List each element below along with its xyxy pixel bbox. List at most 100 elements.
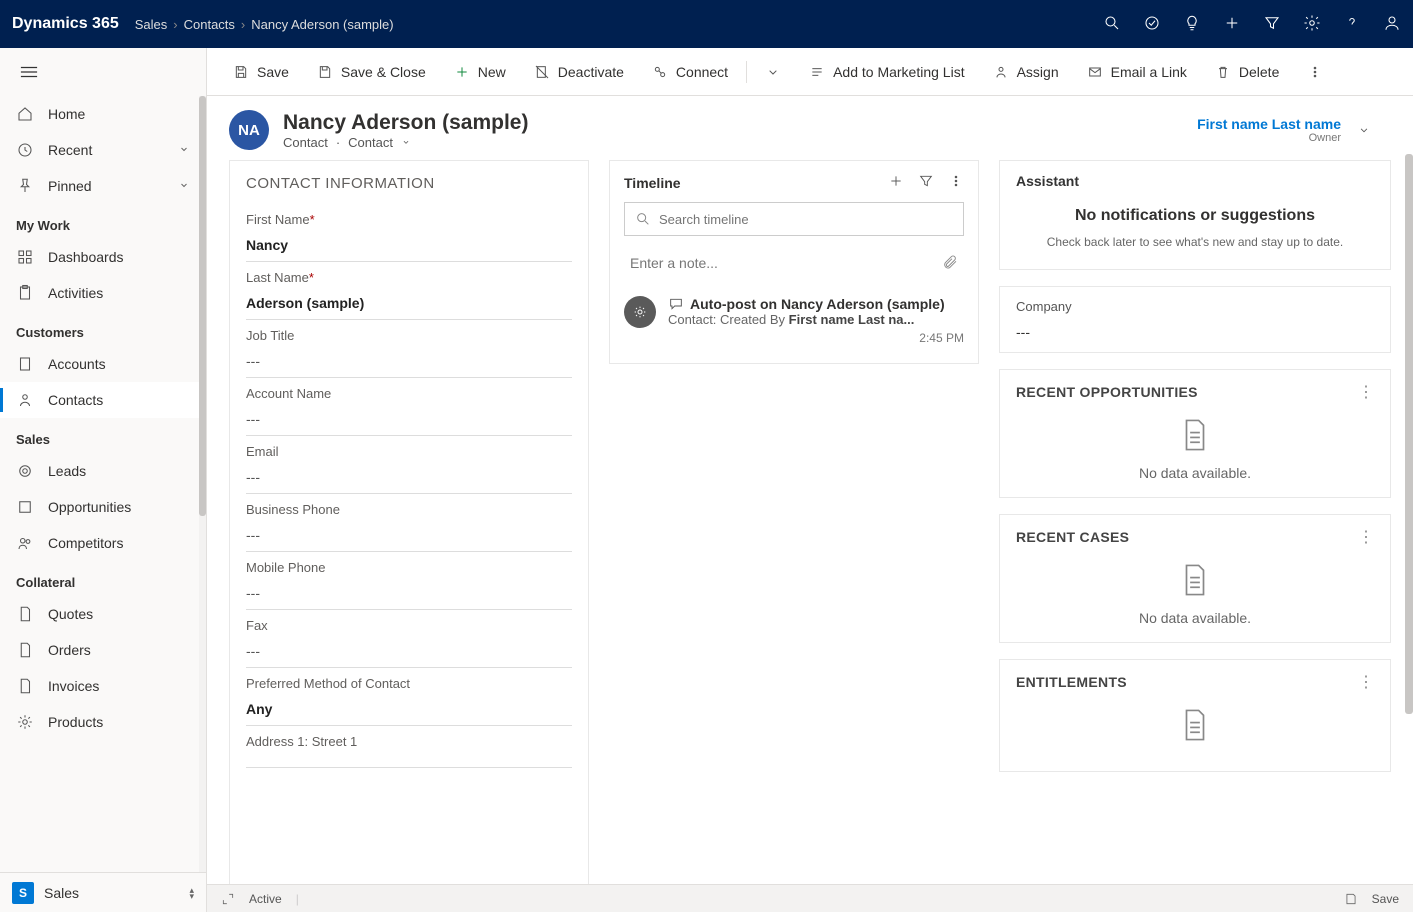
field-last-name[interactable]: Last Name*Aderson (sample) bbox=[246, 262, 572, 320]
person-icon bbox=[16, 391, 34, 409]
owner-label: Owner bbox=[1197, 132, 1341, 144]
area-picker[interactable]: S Sales ▴▾ bbox=[0, 872, 206, 912]
sidebar-scrollbar-thumb[interactable] bbox=[199, 96, 206, 516]
new-button[interactable]: New bbox=[442, 58, 518, 86]
sidebar-item-contacts[interactable]: Contacts bbox=[0, 382, 206, 418]
doc-icon bbox=[16, 677, 34, 695]
command-bar: Save Save & Close New Deactivate Connect… bbox=[207, 48, 1413, 96]
field-address-1-street-1[interactable]: Address 1: Street 1 bbox=[246, 726, 572, 768]
timeline-item[interactable]: Auto-post on Nancy Aderson (sample) Cont… bbox=[624, 290, 964, 351]
deactivate-button[interactable]: Deactivate bbox=[522, 58, 636, 86]
field-fax[interactable]: Fax--- bbox=[246, 610, 572, 668]
entity-type: Contact bbox=[283, 135, 328, 150]
field-job-title[interactable]: Job Title--- bbox=[246, 320, 572, 378]
filter-icon[interactable] bbox=[1263, 14, 1281, 35]
company-label: Company bbox=[1016, 299, 1374, 314]
status-save[interactable]: Save bbox=[1372, 892, 1399, 906]
section-title: CONTACT INFORMATION bbox=[246, 175, 572, 192]
sidebar-item-quotes[interactable]: Quotes bbox=[0, 596, 206, 632]
breadcrumb-item[interactable]: Sales bbox=[135, 17, 168, 32]
sidebar-item-recent[interactable]: Recent bbox=[0, 132, 206, 168]
add-marketing-list-button[interactable]: Add to Marketing List bbox=[797, 58, 977, 86]
more-icon[interactable]: ⋮ bbox=[1358, 672, 1374, 692]
breadcrumb-item[interactable]: Contacts bbox=[184, 17, 235, 32]
breadcrumb-item[interactable]: Nancy Aderson (sample) bbox=[251, 17, 393, 32]
attachment-icon[interactable] bbox=[942, 254, 958, 273]
document-icon bbox=[1180, 563, 1210, 597]
save-close-button[interactable]: Save & Close bbox=[305, 58, 438, 86]
email-link-button[interactable]: Email a Link bbox=[1075, 58, 1199, 86]
more-icon[interactable]: ⋮ bbox=[1358, 527, 1374, 547]
record-title: Nancy Aderson (sample) bbox=[283, 111, 528, 135]
field-email[interactable]: Email--- bbox=[246, 436, 572, 494]
field-account-name[interactable]: Account Name--- bbox=[246, 378, 572, 436]
field-preferred-method-of-contact[interactable]: Preferred Method of ContactAny bbox=[246, 668, 572, 726]
plus-icon[interactable] bbox=[888, 173, 904, 192]
save-button[interactable]: Save bbox=[221, 58, 301, 86]
assistant-message: No notifications or suggestions bbox=[1016, 207, 1374, 225]
chevron-right-icon: › bbox=[241, 17, 245, 32]
sidebar-item-opportunities[interactable]: Opportunities bbox=[0, 489, 206, 525]
task-icon[interactable] bbox=[1143, 14, 1161, 35]
more-icon[interactable]: ⋮ bbox=[1358, 382, 1374, 402]
owner-link[interactable]: First name Last name bbox=[1197, 116, 1341, 132]
lightbulb-icon[interactable] bbox=[1183, 14, 1201, 35]
sidebar-item-leads[interactable]: Leads bbox=[0, 453, 206, 489]
sidebar-item-products[interactable]: Products bbox=[0, 704, 206, 740]
timeline-search[interactable] bbox=[624, 202, 964, 236]
main-scrollbar bbox=[1405, 96, 1413, 884]
plus-icon[interactable] bbox=[1223, 14, 1241, 35]
sidebar-item-dashboards[interactable]: Dashboards bbox=[0, 239, 206, 275]
field-mobile-phone[interactable]: Mobile Phone--- bbox=[246, 552, 572, 610]
sidebar-group-header: Sales bbox=[0, 418, 206, 453]
search-icon[interactable] bbox=[1103, 14, 1121, 35]
more-icon[interactable] bbox=[948, 173, 964, 192]
contact-info-section: CONTACT INFORMATION First Name*NancyLast… bbox=[229, 160, 589, 912]
document-icon bbox=[1180, 708, 1210, 742]
timeline-search-input[interactable] bbox=[659, 212, 953, 227]
app-brand[interactable]: Dynamics 365 bbox=[12, 15, 119, 33]
assistant-subtext: Check back later to see what's new and s… bbox=[1016, 235, 1374, 249]
hamburger-button[interactable] bbox=[0, 48, 206, 96]
save-icon[interactable] bbox=[1344, 892, 1358, 906]
sidebar-item-pinned[interactable]: Pinned bbox=[0, 168, 206, 204]
recent-cases-panel: RECENT CASES⋮ No data available. bbox=[999, 514, 1391, 643]
sidebar-item-orders[interactable]: Orders bbox=[0, 632, 206, 668]
field-business-phone[interactable]: Business Phone--- bbox=[246, 494, 572, 552]
assign-button[interactable]: Assign bbox=[981, 58, 1071, 86]
box-icon bbox=[16, 498, 34, 516]
area-label: Sales bbox=[44, 885, 79, 901]
company-panel: Company --- bbox=[999, 286, 1391, 353]
company-value[interactable]: --- bbox=[1016, 324, 1374, 340]
chat-icon bbox=[668, 296, 684, 312]
chevron-down-icon[interactable] bbox=[1357, 123, 1371, 137]
target-icon bbox=[16, 462, 34, 480]
clipboard-icon bbox=[16, 284, 34, 302]
sidebar-item-accounts[interactable]: Accounts bbox=[0, 346, 206, 382]
search-icon bbox=[635, 211, 651, 227]
overflow-button[interactable] bbox=[1295, 58, 1335, 86]
help-icon[interactable] bbox=[1343, 14, 1361, 35]
connect-dropdown-button[interactable] bbox=[753, 58, 793, 86]
doc-icon bbox=[16, 641, 34, 659]
sidebar-item-home[interactable]: Home bbox=[0, 96, 206, 132]
grid-icon bbox=[16, 248, 34, 266]
status-active: Active bbox=[249, 892, 282, 906]
timeline-note-input[interactable]: Enter a note... bbox=[624, 246, 964, 280]
sidebar-item-competitors[interactable]: Competitors bbox=[0, 525, 206, 561]
connect-button[interactable]: Connect bbox=[640, 58, 740, 86]
sidebar-group-header: Collateral bbox=[0, 561, 206, 596]
filter-icon[interactable] bbox=[918, 173, 934, 192]
user-icon[interactable] bbox=[1383, 14, 1401, 35]
chevron-right-icon: › bbox=[173, 17, 177, 32]
form-selector[interactable]: Contact bbox=[348, 135, 393, 150]
sidebar-item-invoices[interactable]: Invoices bbox=[0, 668, 206, 704]
main-scrollbar-thumb[interactable] bbox=[1405, 154, 1413, 714]
gear-icon[interactable] bbox=[1303, 14, 1321, 35]
expand-icon[interactable] bbox=[221, 892, 235, 906]
field-first-name[interactable]: First Name*Nancy bbox=[246, 204, 572, 262]
sidebar: HomeRecentPinnedMy WorkDashboardsActivit… bbox=[0, 48, 207, 912]
recent-opportunities-panel: RECENT OPPORTUNITIES⋮ No data available. bbox=[999, 369, 1391, 498]
delete-button[interactable]: Delete bbox=[1203, 58, 1291, 86]
sidebar-item-activities[interactable]: Activities bbox=[0, 275, 206, 311]
